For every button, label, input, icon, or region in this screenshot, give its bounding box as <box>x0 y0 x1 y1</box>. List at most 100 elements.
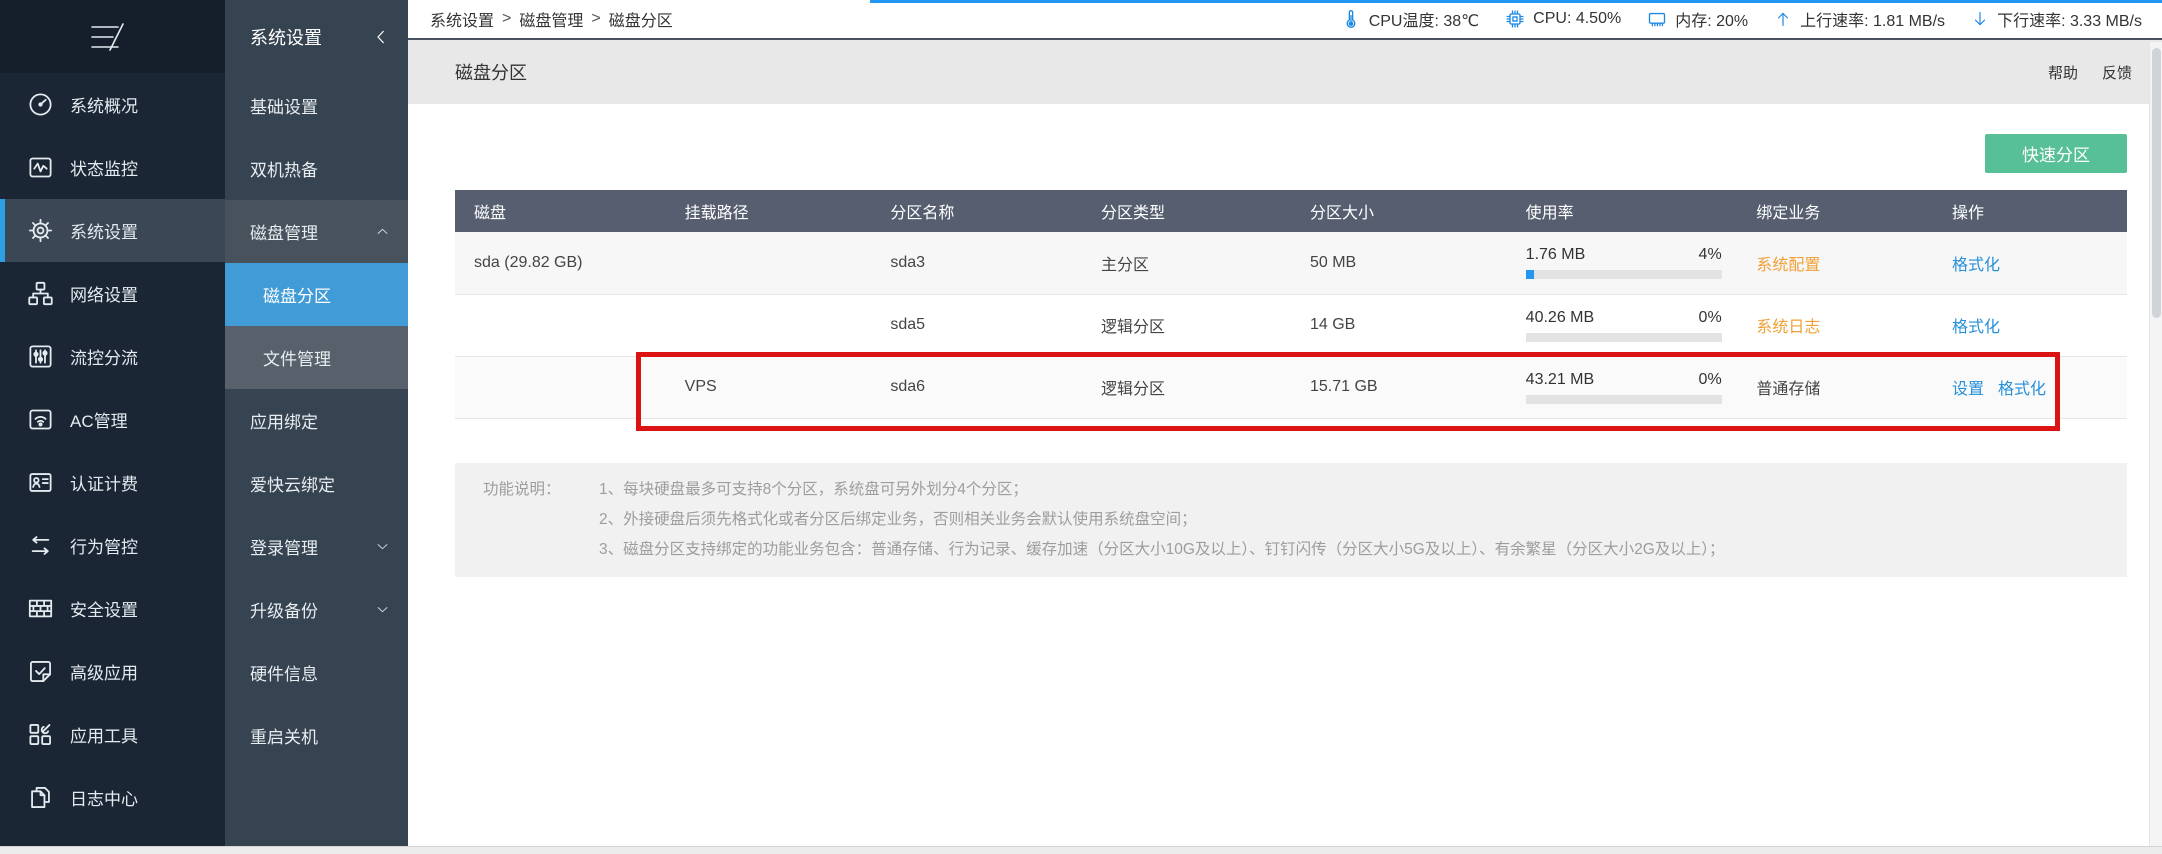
cell-partition-size: 15.71 GB <box>1291 356 1507 418</box>
sidebar-header <box>0 0 225 73</box>
sidebar-item-system-settings[interactable]: 系统设置 <box>0 199 225 262</box>
notes-panel: 功能说明： 1、每块硬盘最多可支持8个分区，系统盘可另外划分4个分区；2、外接硬… <box>455 463 2127 577</box>
submenu-item-hardware-info[interactable]: 硬件信息 <box>225 641 408 704</box>
submenu-header: 系统设置 <box>225 0 408 74</box>
submenu-item-label: 重启关机 <box>250 723 318 748</box>
column-header-mount-path: 挂载路径 <box>666 190 872 232</box>
sidebar-item-label: 系统设置 <box>70 218 138 243</box>
sidebar-item-log-center[interactable]: 日志中心 <box>0 766 225 829</box>
submenu-item-basic-settings[interactable]: 基础设置 <box>225 74 408 137</box>
breadcrumb-item[interactable]: 磁盘管理 <box>519 7 583 31</box>
cell-usage: 40.26 MB0% <box>1507 294 1738 356</box>
service-label: 系统配置 <box>1756 257 1820 274</box>
usage-bar-track <box>1526 270 1722 279</box>
status-bar: CPU温度: 38℃CPU: 4.50%内存: 20%上行速率: 1.81 MB… <box>1341 7 2142 31</box>
sidebar-item-label: 行为管控 <box>70 533 138 558</box>
used-value: 40.26 MB <box>1526 309 1594 327</box>
cell-partition-size: 50 MB <box>1291 232 1507 294</box>
chevron-down-icon <box>375 539 390 554</box>
column-header-partition-type: 分区类型 <box>1082 190 1291 232</box>
table-header-row: 磁盘挂载路径分区名称分区类型分区大小使用率绑定业务操作 <box>455 190 2127 232</box>
logs-icon <box>27 784 54 811</box>
sidebar-item-network-settings[interactable]: 网络设置 <box>0 262 225 325</box>
used-percent: 0% <box>1699 371 1722 389</box>
column-header-bound-service: 绑定业务 <box>1737 190 1933 232</box>
format-link[interactable]: 格式化 <box>1952 319 2000 336</box>
submenu-item-label: 文件管理 <box>263 345 331 370</box>
sidebar-item-label: 应用工具 <box>70 722 138 747</box>
page-title: 磁盘分区 <box>455 59 527 85</box>
sidebar-item-status-monitor[interactable]: 状态监控 <box>0 136 225 199</box>
feedback-link[interactable]: 反馈 <box>2102 62 2132 83</box>
submenu-item-app-binding[interactable]: 应用绑定 <box>225 389 408 452</box>
sidebar-item-auth-billing[interactable]: 认证计费 <box>0 451 225 514</box>
cell-disk <box>455 294 666 356</box>
cell-operation: 格式化 <box>1933 232 2127 294</box>
submenu-item-disk-management[interactable]: 磁盘管理 <box>225 200 408 263</box>
format-link[interactable]: 格式化 <box>1952 257 2000 274</box>
sidebar-item-label: 安全设置 <box>70 596 138 621</box>
status-upload-rate: 上行速率: 1.81 MB/s <box>1774 7 1945 31</box>
submenu-item-restart-shutdown[interactable]: 重启关机 <box>225 704 408 767</box>
cell-operation: 格式化 <box>1933 294 2127 356</box>
sidebar-item-flow-control[interactable]: 流控分流 <box>0 325 225 388</box>
chevron-left-icon[interactable] <box>372 28 390 46</box>
sidebar-item-security-settings[interactable]: 安全设置 <box>0 577 225 640</box>
horizontal-scrollbar[interactable] <box>0 846 2162 854</box>
settings-link[interactable]: 设置 <box>1952 381 1984 398</box>
monitor-icon <box>27 154 54 181</box>
table-row-sda3: sda (29.82 GB)sda3主分区50 MB1.76 MB4%系统配置格… <box>455 232 2127 294</box>
breadcrumb-separator: > <box>502 10 511 28</box>
gear-icon <box>27 217 54 244</box>
submenu-item-upgrade-backup[interactable]: 升级备份 <box>225 578 408 641</box>
top-bar: 系统设置>磁盘管理>磁盘分区 CPU温度: 38℃CPU: 4.50%内存: 2… <box>408 0 2162 40</box>
sidebar-item-advanced-apps[interactable]: 高级应用 <box>0 640 225 703</box>
breadcrumb-item[interactable]: 磁盘分区 <box>609 7 673 31</box>
chevron-up-icon <box>375 224 390 239</box>
wifi-icon <box>27 406 54 433</box>
column-header-partition-name: 分区名称 <box>871 190 1082 232</box>
sidebar-item-label: 日志中心 <box>70 785 138 810</box>
notes-label: 功能说明： <box>483 475 599 565</box>
cell-mount-path <box>666 232 872 294</box>
sidebar-item-label: 流控分流 <box>70 344 138 369</box>
quick-partition-button[interactable]: 快速分区 <box>1985 134 2127 173</box>
gauge-icon <box>27 91 54 118</box>
vertical-scrollbar-thumb[interactable] <box>2152 48 2161 318</box>
submenu-item-disk-partition[interactable]: 磁盘分区 <box>225 263 408 326</box>
cell-operation: 设置格式化 <box>1933 356 2127 418</box>
menu-icon[interactable] <box>88 21 126 53</box>
app-check-icon <box>27 658 54 685</box>
primary-sidebar: 系统概况状态监控系统设置网络设置流控分流 AC管理认证计费行为管控安全设置高级应用… <box>0 0 225 854</box>
notes-line: 2、外接硬盘后须先格式化或者分区后绑定业务，否则相关业务会默认使用系统盘空间； <box>599 505 1725 535</box>
cell-partition-name: sda3 <box>871 232 1082 294</box>
sidebar-item-label: 状态监控 <box>70 155 138 180</box>
submenu-item-file-management[interactable]: 文件管理 <box>225 326 408 389</box>
cell-bound-service: 普通存储 <box>1737 356 1933 418</box>
sidebar-item-ac-management[interactable]: AC管理 <box>0 388 225 451</box>
status-cpu-temp-text: CPU温度: 38℃ <box>1369 7 1479 31</box>
submenu-item-login-management[interactable]: 登录管理 <box>225 515 408 578</box>
sidebar-item-system-overview[interactable]: 系统概况 <box>0 73 225 136</box>
submenu-item-ikuai-cloud-binding[interactable]: 爱快云绑定 <box>225 452 408 515</box>
breadcrumb-item[interactable]: 系统设置 <box>430 7 494 31</box>
submenu-item-label: 硬件信息 <box>250 660 318 685</box>
app-window: 系统概况状态监控系统设置网络设置流控分流AC管理认证计费行为管控安全设置高级应用… <box>0 0 2162 854</box>
column-header-partition-size: 分区大小 <box>1291 190 1507 232</box>
status-cpu-text: CPU: 4.50% <box>1533 10 1621 28</box>
cell-partition-name: sda5 <box>871 294 1082 356</box>
usage-meter: 43.21 MB0% <box>1526 371 1722 404</box>
sidebar-item-label: 认证计费 <box>70 470 138 495</box>
submenu-item-label: 爱快云绑定 <box>250 471 335 496</box>
table-row-sda6: VPSsda6逻辑分区15.71 GB43.21 MB0%普通存储设置格式化 <box>455 356 2127 418</box>
sidebar-item-behavior-control[interactable]: 行为管控 <box>0 514 225 577</box>
notes-lines: 1、每块硬盘最多可支持8个分区，系统盘可另外划分4个分区；2、外接硬盘后须先格式… <box>599 475 1725 565</box>
chevron-down-icon <box>375 602 390 617</box>
help-link[interactable]: 帮助 <box>2048 62 2078 83</box>
sidebar-item-label: 高级应用 <box>70 659 138 684</box>
vertical-scrollbar <box>2149 42 2162 846</box>
submenu-item-hot-standby[interactable]: 双机热备 <box>225 137 408 200</box>
thermometer-icon <box>1341 9 1361 29</box>
sidebar-item-app-tools[interactable]: 应用工具 <box>0 703 225 766</box>
format-link[interactable]: 格式化 <box>1998 381 2046 398</box>
